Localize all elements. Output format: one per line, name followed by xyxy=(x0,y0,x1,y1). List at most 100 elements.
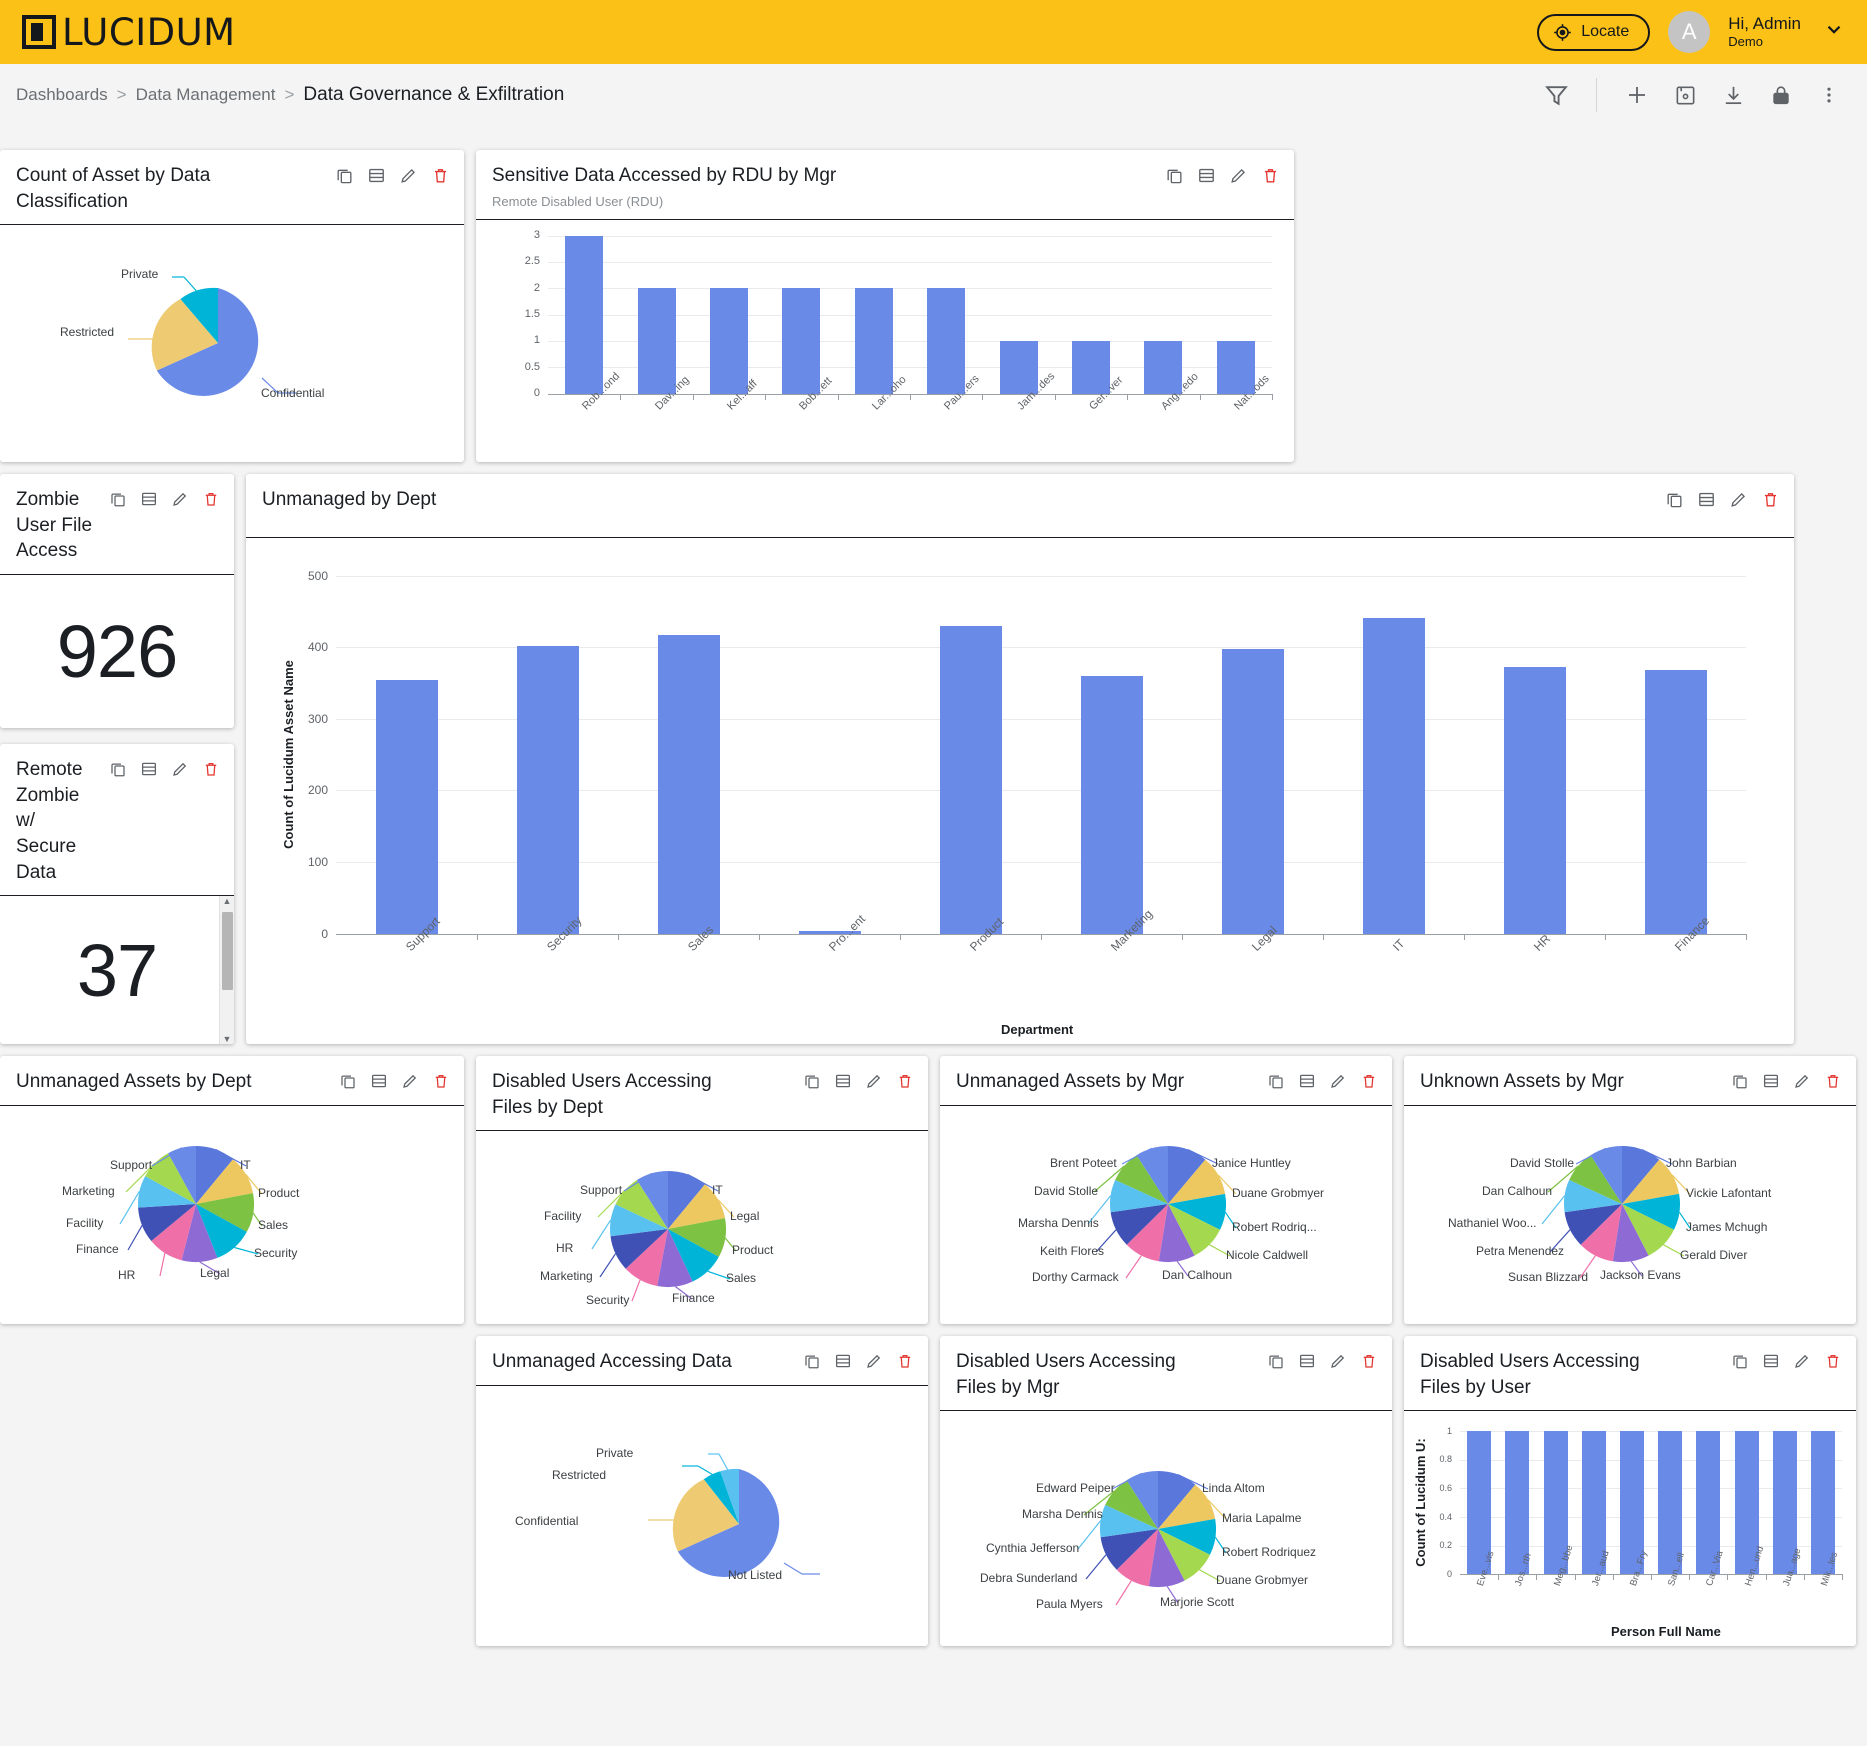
table-icon[interactable] xyxy=(834,1072,852,1090)
card-disabled-users-files-by-dept: Disabled Users Accessing Files by Dept I… xyxy=(476,1056,928,1324)
table-icon[interactable] xyxy=(140,760,158,778)
table-icon[interactable] xyxy=(370,1072,388,1090)
x-tick xyxy=(692,393,694,400)
brand-logo[interactable]: LUCIDUM xyxy=(22,11,236,54)
pencil-icon[interactable] xyxy=(171,760,189,778)
card-header: Remote Zombie w/ Secure Data xyxy=(0,744,234,895)
copy-icon[interactable] xyxy=(335,166,354,185)
table-icon[interactable] xyxy=(834,1352,852,1370)
table-icon[interactable] xyxy=(367,166,386,185)
more-vertical-icon[interactable] xyxy=(1815,81,1843,109)
scrollbar-thumb[interactable] xyxy=(222,912,233,991)
copy-icon[interactable] xyxy=(109,490,127,508)
pencil-icon[interactable] xyxy=(1229,166,1248,185)
breadcrumb-item-data-management[interactable]: Data Management xyxy=(136,85,276,105)
trash-icon[interactable] xyxy=(202,760,220,778)
pie-label: David Stolle xyxy=(1034,1183,1099,1198)
pencil-icon[interactable] xyxy=(1329,1352,1347,1370)
trash-icon[interactable] xyxy=(1360,1072,1378,1090)
x-tick xyxy=(1689,1574,1691,1581)
bar[interactable] xyxy=(565,235,604,394)
bar[interactable] xyxy=(1362,617,1425,934)
bar[interactable] xyxy=(927,288,966,394)
pie-label: Marketing xyxy=(62,1183,115,1198)
pencil-icon[interactable] xyxy=(865,1352,883,1370)
trash-icon[interactable] xyxy=(1360,1352,1378,1370)
trash-icon[interactable] xyxy=(1261,166,1280,185)
bar[interactable] xyxy=(1644,670,1707,934)
pencil-icon[interactable] xyxy=(1729,490,1748,509)
pencil-icon[interactable] xyxy=(171,490,189,508)
chevron-down-icon[interactable] xyxy=(1819,18,1845,46)
card-body: John Barbian Vickie Lafontant James Mchugh… xyxy=(1404,1104,1856,1324)
copy-icon[interactable] xyxy=(109,760,127,778)
copy-icon[interactable] xyxy=(1267,1352,1285,1370)
card-count-asset-by-classification: Count of Asset by Data Classification Pr… xyxy=(0,150,464,462)
trash-icon[interactable] xyxy=(896,1072,914,1090)
table-icon[interactable] xyxy=(1298,1072,1316,1090)
table-icon[interactable] xyxy=(1697,490,1716,509)
table-icon[interactable] xyxy=(1298,1352,1316,1370)
pencil-icon[interactable] xyxy=(865,1072,883,1090)
bar[interactable] xyxy=(1221,649,1284,934)
pencil-icon[interactable] xyxy=(1793,1072,1811,1090)
card-title: Remote Zombie w/ Secure Data xyxy=(16,759,83,883)
card-scrollbar[interactable]: ▲ ▼ xyxy=(219,896,234,1044)
copy-icon[interactable] xyxy=(1267,1072,1285,1090)
pie-label: Robert Rodriq... xyxy=(1232,1219,1317,1234)
plus-icon[interactable] xyxy=(1623,81,1651,109)
pie-label: Duane Grobmyer xyxy=(1216,1573,1309,1588)
locate-button[interactable]: Locate xyxy=(1537,13,1651,51)
trash-icon[interactable] xyxy=(432,1072,450,1090)
table-icon[interactable] xyxy=(1762,1352,1780,1370)
user-menu[interactable]: Hi, Admin Demo xyxy=(1728,14,1801,51)
breadcrumb-separator: > xyxy=(116,85,127,104)
save-icon[interactable] xyxy=(1671,81,1699,109)
trash-icon[interactable] xyxy=(1761,490,1780,509)
lock-icon[interactable] xyxy=(1767,81,1795,109)
pencil-icon[interactable] xyxy=(399,166,418,185)
table-icon[interactable] xyxy=(140,490,158,508)
copy-icon[interactable] xyxy=(1165,166,1184,185)
bar[interactable] xyxy=(939,625,1002,934)
pencil-icon[interactable] xyxy=(1329,1072,1347,1090)
pie-svg xyxy=(648,1453,820,1577)
trash-icon[interactable] xyxy=(202,490,220,508)
copy-icon[interactable] xyxy=(803,1352,821,1370)
pencil-icon[interactable] xyxy=(1793,1352,1811,1370)
bar[interactable] xyxy=(782,288,821,394)
pie-label: Dan Calhoun xyxy=(1162,1267,1233,1282)
trash-icon[interactable] xyxy=(1824,1072,1842,1090)
table-icon[interactable] xyxy=(1197,166,1216,185)
copy-icon[interactable] xyxy=(1731,1072,1749,1090)
card-actions xyxy=(803,1069,914,1090)
pie-label: Vickie Lafontant xyxy=(1686,1185,1772,1200)
bar[interactable] xyxy=(710,288,748,394)
bar[interactable] xyxy=(854,288,893,394)
copy-icon[interactable] xyxy=(339,1072,357,1090)
scroll-down-icon[interactable]: ▼ xyxy=(223,1034,232,1044)
bar[interactable] xyxy=(1080,675,1143,934)
trash-icon[interactable] xyxy=(896,1352,914,1370)
bar[interactable] xyxy=(516,645,579,934)
avatar[interactable]: A xyxy=(1668,11,1711,53)
copy-icon[interactable] xyxy=(803,1072,821,1090)
breadcrumb-item-dashboards[interactable]: Dashboards xyxy=(16,85,108,105)
x-tick xyxy=(837,393,839,400)
copy-icon[interactable] xyxy=(1665,490,1684,509)
bar[interactable] xyxy=(637,288,676,394)
copy-icon[interactable] xyxy=(1731,1352,1749,1370)
filter-icon[interactable] xyxy=(1542,81,1570,109)
x-tick xyxy=(620,393,622,400)
trash-icon[interactable] xyxy=(1824,1352,1842,1370)
trash-icon[interactable] xyxy=(431,166,450,185)
table-icon[interactable] xyxy=(1762,1072,1780,1090)
bar[interactable] xyxy=(657,635,720,934)
scroll-up-icon[interactable]: ▲ xyxy=(223,896,232,906)
bar[interactable] xyxy=(1503,667,1566,934)
pencil-icon[interactable] xyxy=(401,1072,419,1090)
grid-line xyxy=(548,261,1272,263)
download-icon[interactable] xyxy=(1719,81,1747,109)
x-tick xyxy=(1803,1574,1805,1581)
bar[interactable] xyxy=(375,680,438,934)
